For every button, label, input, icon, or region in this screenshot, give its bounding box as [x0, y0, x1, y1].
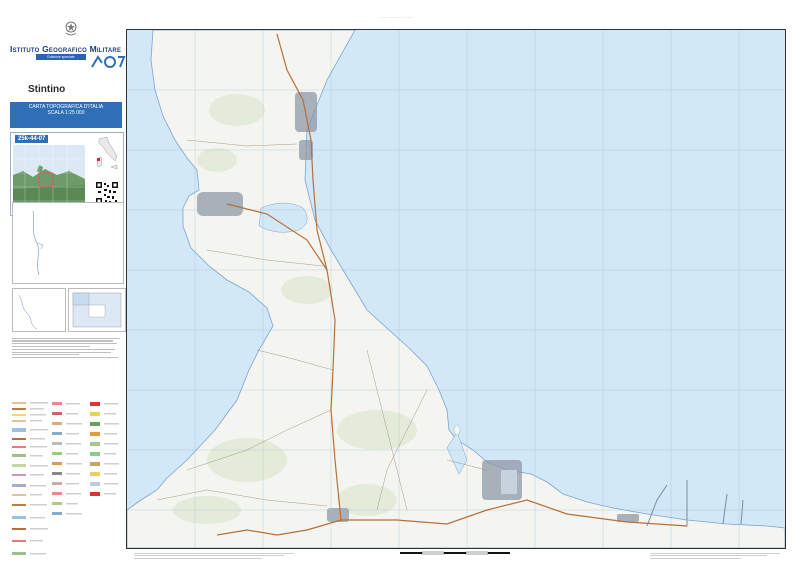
map-legend	[12, 402, 119, 555]
scale-bar	[400, 551, 510, 555]
copyright-text	[134, 551, 294, 560]
map-scale: SCALA 1:25 000	[47, 110, 85, 116]
italy-locator-icon	[96, 136, 118, 170]
location-inset-left	[12, 288, 66, 332]
location-inset-right	[68, 288, 126, 332]
urban-west	[197, 192, 243, 216]
edition-label: Edizione speciale	[36, 54, 86, 60]
map-sidebar: Istituto Geografico Militare Edizione sp…	[6, 20, 128, 575]
lagoon	[258, 202, 308, 233]
magnetic-declination-inset	[12, 202, 124, 284]
anniversary-150-logo-icon	[88, 53, 128, 71]
footer-notes	[650, 551, 780, 560]
sheet-name: Stintino	[28, 84, 66, 95]
coordinate-ticks: · · · · · · · · · · · · · · · ·	[380, 16, 414, 20]
map-canvas[interactable]	[127, 30, 785, 548]
map-series-title: CARTA TOPOGRAFICA D'ITALIA	[28, 104, 104, 110]
sheet-code: 25k-44-07	[15, 135, 49, 143]
title-box: CARTA TOPOGRAFICA D'ITALIA SCALA 1:25 00…	[10, 102, 122, 128]
ministry-emblem-icon	[65, 21, 77, 36]
topographic-map[interactable]	[126, 29, 786, 549]
